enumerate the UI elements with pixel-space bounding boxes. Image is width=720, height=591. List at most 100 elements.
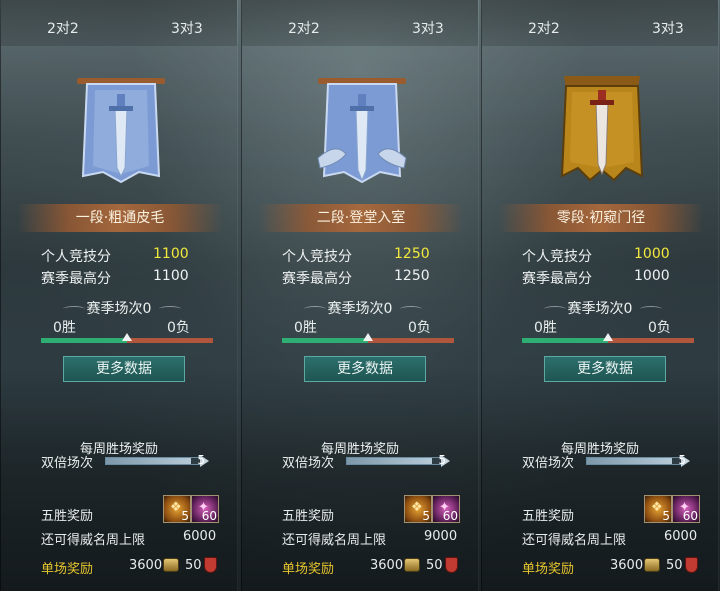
double-matches-label: 双倍场次: [522, 456, 575, 471]
scroll-glyph-icon: ❖: [170, 500, 182, 515]
honor-shield-icon: [204, 557, 217, 573]
tab-2v2[interactable]: 2对2: [528, 18, 560, 38]
rank-banner-emblem: [560, 76, 644, 182]
weekly-cap-value: 9000: [424, 529, 458, 544]
rank-title: 一段·粗通皮毛: [17, 204, 223, 232]
double-bar-fill: [347, 458, 432, 464]
scroll-item-icon[interactable]: ❖ 5: [644, 495, 672, 523]
rank-title: 二段·登堂入室: [258, 204, 464, 232]
arena-panel-3: 2对2 3对3 零段·初窥门径 个人竞技分 1000 赛季最高分 1000 赛季…: [481, 0, 719, 591]
weekly-cap-label: 还可得威名周上限: [522, 533, 627, 548]
season-matches-label: 赛季场次0: [327, 301, 393, 317]
double-matches-label: 双倍场次: [282, 456, 335, 471]
losses-count: 0负: [648, 320, 671, 336]
gem-item-icon[interactable]: ✦ 60: [672, 495, 700, 523]
gem-item-icon[interactable]: ✦ 60: [432, 495, 460, 523]
double-matches-label: 双倍场次: [41, 456, 94, 471]
weekly-cap-value: 6000: [664, 529, 698, 544]
five-win-reward-label: 五胜奖励: [41, 509, 94, 524]
personal-score-value: 1000: [634, 246, 670, 262]
weekly-cap-value: 6000: [183, 529, 217, 544]
rank-banner-emblem: [77, 78, 165, 184]
more-data-button[interactable]: 更多数据: [63, 356, 185, 382]
loss-bar-fill: [608, 338, 694, 343]
scroll-item-count: 5: [422, 509, 430, 523]
win-bar-fill: [41, 338, 127, 343]
scroll-item-icon[interactable]: ❖ 5: [163, 495, 191, 523]
right-ornament-icon: [159, 306, 181, 312]
gem-item-count: 60: [682, 509, 698, 523]
double-matches-bar: 5: [105, 453, 209, 467]
coin-reward-value: 3600: [370, 558, 404, 573]
season-high-value: 1100: [153, 268, 189, 284]
single-match-reward-label: 单场奖励: [41, 562, 94, 577]
left-ornament-icon: [63, 306, 85, 312]
coin-reward-value: 3600: [610, 558, 644, 573]
ratio-marker-icon: [122, 333, 132, 341]
season-high-value: 1250: [394, 268, 430, 284]
ratio-marker-icon: [363, 333, 373, 341]
honor-shield-icon: [445, 557, 458, 573]
weekly-cap-label: 还可得威名周上限: [282, 533, 387, 548]
season-high-label: 赛季最高分: [522, 271, 592, 287]
personal-score-label: 个人竞技分: [282, 249, 352, 265]
honor-reward-value: 50: [426, 558, 443, 573]
tab-3v3[interactable]: 3对3: [652, 18, 684, 38]
more-data-button[interactable]: 更多数据: [304, 356, 426, 382]
double-bar-fill: [106, 458, 191, 464]
left-ornament-icon: [304, 306, 326, 312]
arena-panel-2: 2对2 3对3 二段·登堂入室 个人竞技分 1250 赛季最高分 1250 赛季…: [241, 0, 479, 591]
arena-screen: 2对2 3对3 一段·粗通皮毛 个人竞技分 1100 赛季最高分 1100 赛季…: [0, 0, 720, 591]
rank-title: 零段·初窥门径: [498, 204, 704, 232]
gem-item-icon[interactable]: ✦ 60: [191, 495, 219, 523]
mode-tabs: 2对2 3对3: [242, 0, 478, 46]
loss-bar-fill: [368, 338, 454, 343]
loss-bar-fill: [127, 338, 213, 343]
tab-2v2[interactable]: 2对2: [47, 18, 79, 38]
gem-item-count: 60: [201, 509, 217, 523]
coin-icon: [163, 558, 179, 572]
double-matches-value: 5: [197, 453, 205, 467]
scroll-item-count: 5: [181, 509, 189, 523]
tab-3v3[interactable]: 3对3: [412, 18, 444, 38]
right-ornament-icon: [640, 306, 662, 312]
coin-reward-value: 3600: [129, 558, 163, 573]
season-matches: 赛季场次0: [482, 298, 718, 318]
scroll-glyph-icon: ❖: [411, 500, 423, 515]
season-matches: 赛季场次0: [1, 298, 237, 318]
season-matches-label: 赛季场次0: [567, 301, 633, 317]
wins-count: 0胜: [534, 320, 557, 336]
season-high-label: 赛季最高分: [282, 271, 352, 287]
weekly-cap-label: 还可得威名周上限: [41, 533, 146, 548]
five-win-reward-label: 五胜奖励: [522, 509, 575, 524]
arena-panel-1: 2对2 3对3 一段·粗通皮毛 个人竞技分 1100 赛季最高分 1100 赛季…: [0, 0, 238, 591]
single-match-reward-label: 单场奖励: [522, 562, 575, 577]
honor-reward-value: 50: [666, 558, 683, 573]
win-loss-bar: [522, 333, 694, 343]
tab-3v3[interactable]: 3对3: [171, 18, 203, 38]
mode-tabs: 2对2 3对3: [482, 0, 718, 46]
left-ornament-icon: [544, 306, 566, 312]
rank-banner-emblem: [317, 78, 407, 184]
wins-count: 0胜: [294, 320, 317, 336]
personal-score-value: 1250: [394, 246, 430, 262]
losses-count: 0负: [408, 320, 431, 336]
five-win-reward-label: 五胜奖励: [282, 509, 335, 524]
tab-2v2[interactable]: 2对2: [288, 18, 320, 38]
more-data-button[interactable]: 更多数据: [544, 356, 666, 382]
season-high-value: 1000: [634, 268, 670, 284]
coin-icon: [404, 558, 420, 572]
mode-tabs: 2对2 3对3: [1, 0, 237, 46]
season-matches-label: 赛季场次0: [86, 301, 152, 317]
double-matches-bar: 5: [586, 453, 690, 467]
season-high-label: 赛季最高分: [41, 271, 111, 287]
win-loss-bar: [41, 333, 213, 343]
scroll-glyph-icon: ❖: [651, 500, 663, 515]
double-matches-value: 5: [438, 453, 446, 467]
scroll-item-icon[interactable]: ❖ 5: [404, 495, 432, 523]
double-matches-bar: 5: [346, 453, 450, 467]
gem-item-count: 60: [442, 509, 458, 523]
coin-icon: [644, 558, 660, 572]
season-matches: 赛季场次0: [242, 298, 478, 318]
losses-count: 0负: [167, 320, 190, 336]
